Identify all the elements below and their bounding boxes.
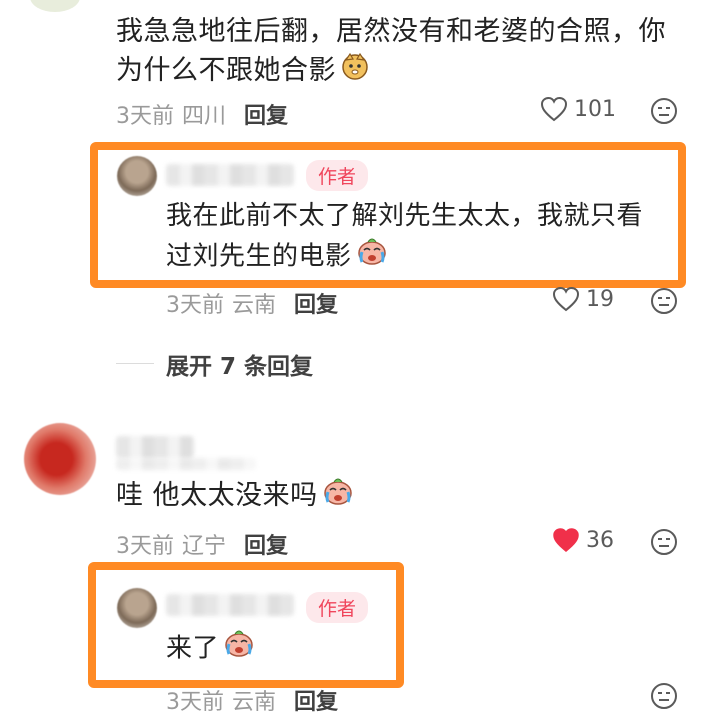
reply-button[interactable]: 回复	[294, 690, 338, 715]
author-name-blurred	[166, 594, 294, 616]
like-button[interactable]: 36	[552, 527, 614, 553]
reply-text: 我在此前不太了解刘先生太太，我就只看 过刘先生的电影	[166, 197, 643, 278]
dislike-face-icon[interactable]	[650, 287, 678, 319]
author-tag: 作者	[306, 160, 369, 191]
reply-time: 3天前	[166, 690, 224, 715]
comment-location: 四川	[182, 104, 227, 129]
comment-location: 辽宁	[182, 534, 227, 559]
like-button[interactable]: 101	[540, 96, 616, 122]
cute-face-icon	[340, 51, 370, 92]
crying-face-icon	[223, 628, 255, 670]
like-count: 36	[586, 527, 614, 553]
like-button[interactable]: 19	[552, 286, 614, 312]
author-tag: 作者	[306, 592, 369, 623]
comment-meta: 3天前 四川 回复	[116, 98, 288, 130]
heart-outline-icon	[552, 286, 580, 312]
heart-filled-icon	[553, 528, 579, 552]
comment-time: 3天前	[116, 534, 174, 559]
reply-location: 云南	[232, 293, 277, 318]
author-name-blurred	[166, 164, 294, 186]
comment-text: 哇 他太太没来吗	[116, 476, 354, 517]
comment-text: 我急急地往后翻，居然没有和老婆的合照，你 为什么不跟她合影	[116, 12, 666, 92]
comment-meta: 3天前 辽宁 回复	[116, 528, 288, 560]
heart-outline-icon	[540, 96, 568, 122]
reply-time: 3天前	[166, 293, 224, 318]
user-avatar[interactable]	[24, 423, 96, 495]
expand-replies-button[interactable]: 展开 7 条回复	[166, 347, 313, 381]
reply-button[interactable]: 回复	[244, 104, 288, 129]
like-count: 101	[574, 96, 616, 122]
user-name-blurred	[116, 436, 194, 458]
reply-meta: 3天前 云南 回复	[166, 287, 338, 319]
crying-face-icon	[322, 476, 354, 517]
author-avatar[interactable]	[117, 588, 157, 628]
user-name-blurred-2	[116, 458, 256, 470]
like-count: 19	[586, 286, 614, 312]
reply-location: 云南	[232, 690, 277, 715]
author-avatar[interactable]	[117, 156, 157, 196]
reply-meta: 3天前 云南 回复	[166, 684, 338, 716]
comment-time: 3天前	[116, 104, 174, 129]
reply-button[interactable]: 回复	[294, 293, 338, 318]
dislike-face-icon[interactable]	[650, 97, 678, 129]
dislike-face-icon[interactable]	[650, 682, 678, 714]
crying-face-icon	[356, 236, 388, 278]
user-avatar[interactable]	[30, 0, 80, 12]
reply-text: 来了	[166, 628, 255, 670]
expand-divider	[116, 363, 154, 364]
reply-button[interactable]: 回复	[244, 534, 288, 559]
dislike-face-icon[interactable]	[650, 528, 678, 560]
